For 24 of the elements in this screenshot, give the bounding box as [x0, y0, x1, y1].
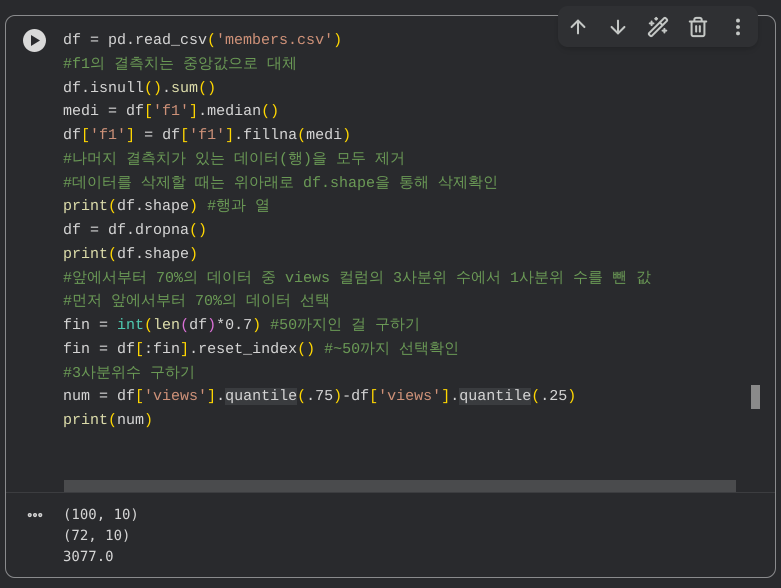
output-line: 3077.0	[63, 548, 114, 567]
vertical-scrollbar[interactable]	[751, 385, 760, 409]
code-line: #나머지 결측치가 있는 데이터(행)을 모두 제거	[63, 150, 406, 170]
code-line: num = df['views'].quantile(.75)-df['views'].quantile(.25)	[63, 387, 576, 408]
code-line: #데이터를 삭제할 때는 위아래로 df.shape을 통해 삭제확인	[63, 174, 498, 194]
code-line: #먼저 앞에서부터 70%의 데이터 선택	[63, 292, 330, 312]
code-line: df.isnull().sum()	[63, 78, 216, 98]
code-line: df['f1'] = df['f1'].fillna(medi)	[63, 126, 352, 146]
horizontal-scrollbar[interactable]	[64, 480, 736, 492]
code-line: fin = int(len(df)*0.7) #50까지인 걸 구하기	[63, 316, 420, 336]
code-line: df = pd.read_csv('members.csv')	[63, 31, 342, 51]
play-icon	[30, 35, 40, 46]
code-line: print(num)	[63, 411, 154, 431]
code-line: df = df.dropna()	[63, 221, 208, 241]
output-line: (100, 10)	[63, 506, 139, 525]
code-line: #f1의 결측치는 중앙값으로 대체	[63, 54, 298, 75]
output-line: (72, 10)	[63, 527, 130, 546]
code-line: #앞에서부터 70%의 데이터 중 views 컬럼의 3사분위 수에서 1사분위 수를 뺀 값	[63, 268, 652, 288]
code-line: #3사분위수 구하기	[63, 364, 196, 384]
code-line: print(df.shape)	[63, 244, 198, 265]
code-line: fin = df[:fin].reset_index() #~50까지 선택확인	[63, 340, 460, 360]
code-line: medi = df['f1'].median()	[63, 102, 280, 122]
run-button[interactable]	[23, 29, 46, 52]
code-line: print(df.shape) #행과 열	[63, 197, 270, 218]
